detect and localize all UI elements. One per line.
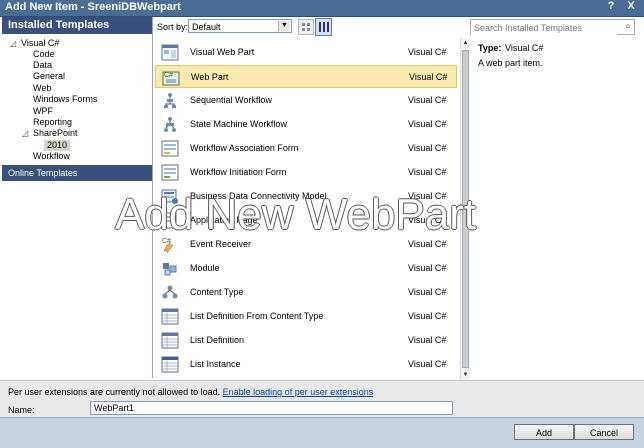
list-view-button[interactable]	[315, 18, 332, 36]
template-row[interactable]: Workflow Initiation Form Visual C#	[155, 161, 457, 184]
template-description: A web part item.	[478, 58, 543, 68]
template-name: List Definition From Content Type	[190, 311, 324, 321]
window-title: Add New Item - SreeniDBWebpart	[5, 1, 181, 13]
template-row[interactable]: Visual Web Part Visual C#	[155, 41, 457, 64]
tree-item-2010[interactable]: 2010	[44, 140, 71, 151]
tree-item-general[interactable]: General	[33, 71, 65, 82]
name-input[interactable]	[90, 401, 453, 415]
list-icon	[319, 22, 329, 32]
template-language: Visual C#	[408, 167, 447, 177]
title-bar: Add New Item - SreeniDBWebpart ? X	[0, 0, 644, 17]
sort-value: Default	[192, 22, 221, 32]
cancel-button[interactable]: Cancel	[574, 424, 634, 440]
scroll-down-icon[interactable]: ▼	[461, 370, 470, 380]
template-language: Visual C#	[408, 239, 447, 249]
template-language: Visual C#	[408, 287, 447, 297]
template-language: Visual C#	[408, 143, 447, 153]
workflow-association-form-icon	[161, 140, 179, 157]
collapse-icon[interactable]: ◿	[22, 129, 28, 138]
template-row[interactable]: Workflow Association Form Visual C#	[155, 137, 457, 160]
template-name: List Definition	[190, 335, 245, 345]
template-name: List Instance	[190, 359, 241, 369]
template-language: Visual C#	[408, 263, 447, 273]
tree-item-wpf[interactable]: WPF	[33, 106, 53, 117]
template-name: Workflow Association Form	[190, 143, 299, 153]
sort-label: Sort by:	[157, 22, 189, 32]
add-button[interactable]: Add	[514, 424, 574, 440]
template-name: Sequential Workflow	[190, 95, 272, 105]
visual-web-part-icon	[161, 44, 179, 61]
tree-item-windows-forms[interactable]: Windows Forms	[33, 94, 98, 105]
button-strip: Add Cancel	[0, 417, 644, 448]
close-button[interactable]: X	[624, 0, 638, 14]
template-name: Web Part	[191, 72, 229, 82]
online-templates-header[interactable]: Online Templates	[2, 165, 152, 181]
extensions-message: Per user extensions are currently not al…	[8, 387, 373, 397]
tree-item-workflow[interactable]: Workflow	[33, 151, 70, 162]
chevron-down-icon[interactable]: ▼	[278, 21, 290, 31]
template-row[interactable]: Module Visual C#	[155, 257, 457, 280]
template-name: State Machine Workflow	[190, 119, 287, 129]
web-part-icon: C#	[162, 71, 180, 86]
search-input[interactable]	[471, 20, 617, 35]
template-language: Visual C#	[408, 95, 447, 105]
extensions-message-text: Per user extensions are currently not al…	[8, 387, 221, 397]
help-button[interactable]: ?	[604, 0, 618, 14]
template-language: Visual C#	[408, 47, 447, 57]
list-definition-icon	[161, 332, 179, 349]
template-language: Visual C#	[408, 311, 447, 321]
template-row[interactable]: Sequential Workflow Visual C#	[155, 89, 457, 112]
watermark-caption: Add New WebPart	[115, 190, 477, 239]
template-name: Module	[190, 263, 220, 273]
type-label: Type:	[478, 43, 502, 53]
name-label: Name:	[8, 405, 35, 415]
template-row[interactable]: State Machine Workflow Visual C#	[155, 113, 457, 136]
installed-templates-header[interactable]: Installed Templates	[2, 17, 152, 34]
state-machine-workflow-icon	[164, 117, 176, 132]
template-name: Event Receiver	[190, 239, 252, 249]
small-icons-icon	[302, 23, 310, 31]
small-icons-view-button[interactable]	[298, 19, 314, 35]
tree-item-data[interactable]: Data	[33, 60, 52, 71]
template-row[interactable]: List Definition Visual C#	[155, 329, 457, 352]
template-name: Visual Web Part	[190, 47, 255, 57]
tree-item-web[interactable]: Web	[33, 83, 51, 94]
search-box[interactable]: ⌕	[470, 19, 635, 35]
sequential-workflow-icon	[164, 93, 176, 108]
svg-text:C#: C#	[164, 72, 173, 79]
type-value: Visual C#	[505, 43, 544, 53]
tree-item-sharepoint[interactable]: SharePoint	[33, 128, 78, 139]
collapse-icon[interactable]: ◿	[10, 39, 16, 48]
list-def-content-type-icon	[161, 308, 179, 325]
enable-extensions-link[interactable]: Enable loading of per user extensions	[223, 387, 374, 397]
template-language: Visual C#	[408, 119, 447, 129]
scroll-up-icon[interactable]: ▲	[461, 38, 470, 48]
template-name: Workflow Initiation Form	[190, 167, 287, 177]
bottom-panel: Per user extensions are currently not al…	[0, 380, 644, 448]
list-instance-icon	[161, 356, 179, 373]
workflow-initiation-form-icon	[161, 164, 179, 181]
tree-item-code[interactable]: Code	[33, 49, 55, 60]
content-type-icon	[162, 285, 178, 299]
template-language: Visual C#	[408, 359, 447, 369]
sort-dropdown[interactable]: Default ▼	[188, 19, 292, 33]
template-row-selected[interactable]: C# Web Part Visual C#	[155, 65, 457, 88]
search-icon[interactable]: ⌕	[625, 21, 631, 32]
template-language: Visual C#	[409, 72, 448, 82]
template-language: Visual C#	[408, 335, 447, 345]
template-row[interactable]: Content Type Visual C#	[155, 281, 457, 304]
tree-item-visual-csharp[interactable]: Visual C#	[21, 38, 59, 49]
template-row[interactable]: List Instance Visual C#	[155, 353, 457, 376]
tree-item-reporting[interactable]: Reporting	[33, 117, 72, 128]
template-name: Content Type	[190, 287, 244, 297]
template-row[interactable]: List Definition From Content Type Visual…	[155, 305, 457, 328]
module-icon	[163, 263, 177, 276]
